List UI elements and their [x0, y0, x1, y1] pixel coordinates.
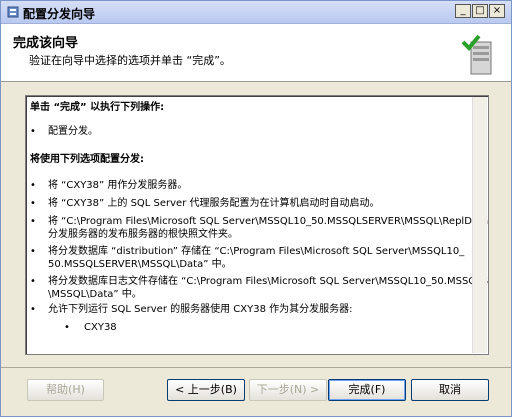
minimize-button[interactable]: _ — [455, 4, 471, 18]
bullet-icon: • — [30, 216, 36, 227]
actions-heading: 单击 “完成” 以执行下列操作: — [30, 102, 165, 113]
bullet-icon: • — [30, 246, 36, 257]
server-check-icon — [461, 34, 492, 75]
cancel-button[interactable]: 取消 — [411, 379, 489, 401]
option-item: 将分发数据库 “distribution” 存储在 “C:\Program Fi… — [48, 246, 465, 257]
title-bar: 配置分发向导 _ □ × — [1, 1, 511, 24]
option-item: 将分发数据库日志文件存储在 “C:\Program Files\Microsof… — [48, 276, 489, 287]
help-button[interactable]: 帮助(H) — [27, 379, 104, 401]
option-item: 将 “CXY38” 上的 SQL Server 代理服务配置为在计算机启动时自动… — [48, 198, 380, 209]
window-title: 配置分发向导 — [23, 7, 96, 21]
option-item-continued: 50.MSSQLSERVER\MSSQL\Data” 中。 — [48, 259, 232, 270]
summary-panel: 单击 “完成” 以执行下列操作: • 配置分发。 将使用下列选项配置分发: • … — [25, 95, 489, 355]
bullet-icon: • — [30, 126, 36, 137]
option-item-continued: 分发服务器的发布服务器的根快照文件夹。 — [48, 229, 238, 240]
next-button[interactable]: 下一步(N) > — [249, 379, 327, 401]
bullet-icon: • — [64, 322, 70, 333]
page-subtitle: 验证在向导中选择的选项并单击 “完成”。 — [29, 54, 231, 67]
option-item: 将 “C:\Program Files\Microsoft SQL Server… — [48, 216, 489, 227]
back-button[interactable]: < 上一步(B) — [167, 379, 245, 401]
bullet-icon: • — [30, 304, 36, 315]
vertical-scrollbar[interactable] — [472, 97, 487, 353]
action-item: 配置分发。 — [48, 126, 98, 137]
maximize-button[interactable]: □ — [472, 4, 488, 18]
option-item: 允许下列运行 SQL Server 的服务器使用 CXY38 作为其分发服务器: — [48, 304, 353, 315]
wizard-header: 完成该向导 验证在向导中选择的选项并单击 “完成”。 — [1, 24, 511, 82]
wizard-window: 配置分发向导 _ □ × 完成该向导 验证在向导中选择的选项并单击 “完成”。 … — [0, 0, 512, 417]
bullet-icon: • — [30, 198, 36, 209]
bullet-icon: • — [30, 180, 36, 191]
bullet-icon: • — [30, 276, 36, 287]
option-item-continued: \MSSQL\Data” 中。 — [48, 289, 142, 300]
finish-button[interactable]: 完成(F) — [328, 379, 406, 401]
option-item: 将 “CXY38” 用作分发服务器。 — [48, 180, 188, 191]
options-heading: 将使用下列选项配置分发: — [30, 154, 144, 165]
footer-divider — [1, 367, 511, 368]
page-title: 完成该向导 — [13, 36, 79, 51]
close-button[interactable]: × — [489, 4, 505, 18]
app-icon — [7, 6, 19, 18]
publisher-server: CXY38 — [84, 322, 117, 333]
